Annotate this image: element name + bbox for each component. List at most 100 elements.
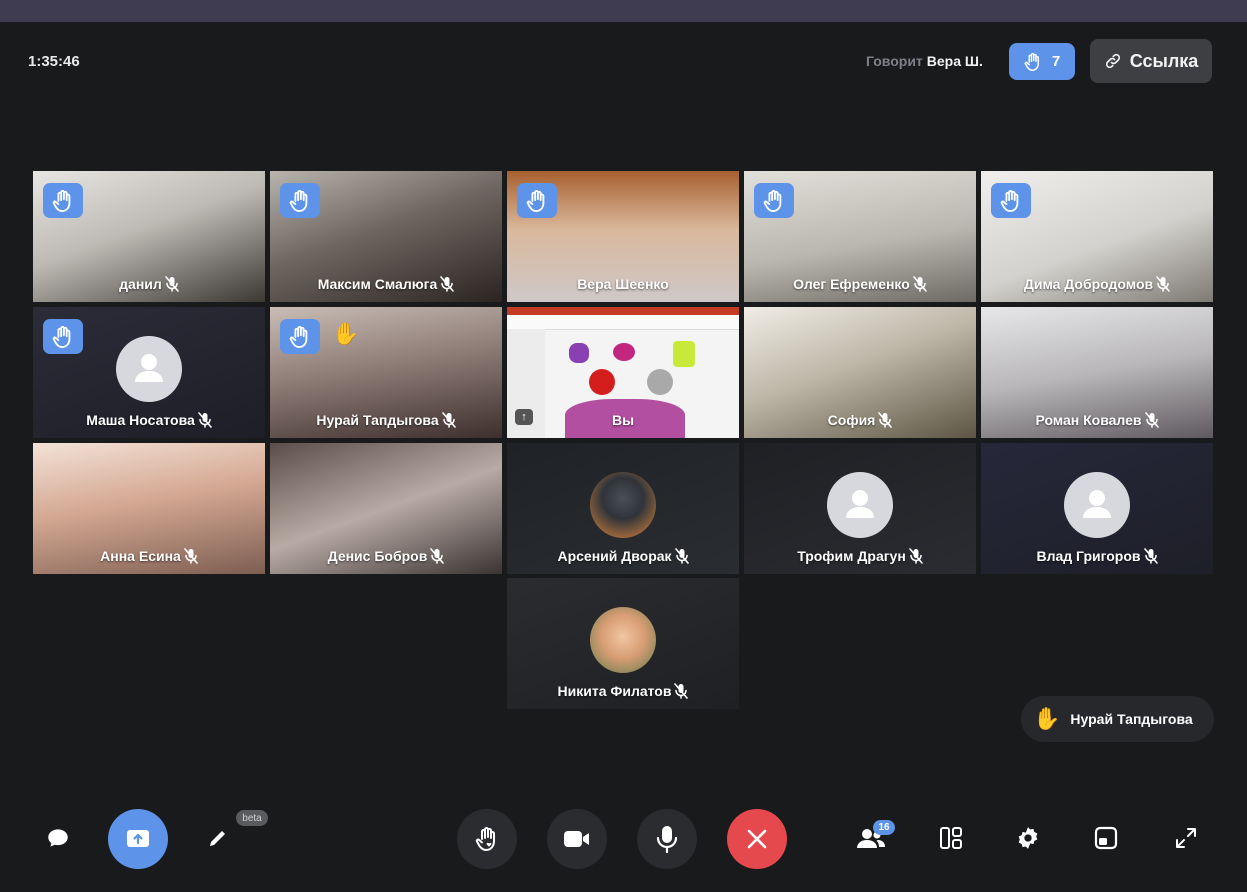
settings-icon xyxy=(1018,827,1038,849)
screen-share-icon xyxy=(127,830,149,847)
participants-count-badge: 16 xyxy=(873,820,895,835)
end-call-icon xyxy=(747,829,767,849)
picture-in-picture-icon xyxy=(1094,826,1118,850)
camera-icon xyxy=(564,831,589,847)
microphone-button[interactable] xyxy=(637,809,697,869)
participant-tile[interactable]: Дима Добродомов xyxy=(981,171,1213,302)
raised-hand-notification: ✋ Нурай Тапдыгова xyxy=(1021,696,1214,742)
participant-tile[interactable]: Никита Филатов xyxy=(507,578,739,709)
participant-tile[interactable]: Денис Бобров xyxy=(270,443,502,574)
camera-button[interactable] xyxy=(547,809,607,869)
settings-button[interactable] xyxy=(1005,815,1051,861)
participant-tile[interactable]: Влад Григоров xyxy=(981,443,1213,574)
end-call-button[interactable] xyxy=(727,809,787,869)
call-timer: 1:35:46 xyxy=(28,53,80,70)
participant-name-row: София xyxy=(744,412,976,428)
participant-name: Дима Добродомов xyxy=(1023,276,1154,292)
window-top-bar xyxy=(0,0,1247,22)
mic-muted-indicator xyxy=(165,276,179,292)
copy-link-button[interactable]: Ссылка xyxy=(1090,39,1212,83)
participant-name: Арсений Дворак xyxy=(557,548,672,564)
participant-name: Никита Филатов xyxy=(557,683,672,699)
mic-muted-icon xyxy=(674,683,689,699)
raised-hand-badge xyxy=(280,319,320,354)
raised-hand-icon xyxy=(52,325,71,348)
participant-name-row: Нурай Тапдыгова xyxy=(270,412,502,428)
participant-name-row: Маша Носатова xyxy=(33,412,265,428)
raised-hand-icon xyxy=(289,189,308,212)
picture-in-picture-button[interactable] xyxy=(1083,815,1129,861)
participant-tile[interactable]: Олег Ефременко xyxy=(744,171,976,302)
raised-hand-icon xyxy=(1024,52,1039,71)
participant-tile[interactable]: Анна Есина xyxy=(33,443,265,574)
participant-tile[interactable]: данил xyxy=(33,171,265,302)
pencil-icon xyxy=(210,831,225,846)
participant-tile[interactable]: София xyxy=(744,307,976,438)
participant-name: Максим Смалюга xyxy=(317,276,438,292)
mic-muted-indicator xyxy=(198,412,212,428)
raised-hand-icon xyxy=(289,325,308,348)
raised-hand-badge xyxy=(754,183,794,218)
avatar xyxy=(590,472,656,538)
speaking-name: Вера Ш. xyxy=(926,53,983,69)
participant-name: Нурай Тапдыгова xyxy=(316,412,439,428)
raised-hand-badge xyxy=(43,183,83,218)
participant-tile[interactable]: Арсений Дворак xyxy=(507,443,739,574)
mic-muted-icon xyxy=(1144,412,1159,428)
participant-name: Маша Носатова xyxy=(86,412,195,428)
participant-name: данил xyxy=(119,276,162,292)
participant-tile[interactable]: Маша Носатова xyxy=(33,307,265,438)
avatar xyxy=(590,607,656,673)
chat-icon xyxy=(48,829,68,847)
participant-tile[interactable]: Максим Смалюга xyxy=(270,171,502,302)
mic-muted-indicator xyxy=(674,683,689,699)
participant-name: Олег Ефременко xyxy=(793,276,910,292)
raised-hands-button[interactable]: 7 xyxy=(1009,43,1075,80)
whiteboard-button[interactable] xyxy=(195,815,241,861)
mic-muted-indicator xyxy=(1156,276,1170,292)
speaking-label: Говорит xyxy=(866,53,923,69)
participant-tile[interactable]: Вера Шеенко xyxy=(507,171,739,302)
raise-hand-icon xyxy=(475,827,495,851)
participant-name: Роман Ковалев xyxy=(1035,412,1142,428)
participant-name: Трофим Драгун xyxy=(797,548,906,564)
mic-muted-indicator xyxy=(878,412,893,428)
participant-name-row: Влад Григоров xyxy=(981,548,1213,564)
raised-hands-count: 7 xyxy=(1051,53,1061,70)
mic-muted-icon xyxy=(913,276,927,292)
participant-name-row: Олег Ефременко xyxy=(744,276,976,292)
participant-name: София xyxy=(827,412,876,428)
layout-button[interactable] xyxy=(928,815,974,861)
mic-muted-icon xyxy=(430,548,445,564)
mic-muted-icon xyxy=(184,548,198,564)
mic-muted-icon xyxy=(441,412,456,428)
participant-name-row: Дима Добродомов xyxy=(981,276,1213,292)
raise-hand-button[interactable] xyxy=(457,809,517,869)
raised-hand-icon xyxy=(526,189,545,212)
participant-name-row: данил xyxy=(33,276,265,292)
mic-muted-indicator xyxy=(441,412,456,428)
mic-muted-icon xyxy=(198,412,212,428)
participant-name-row: Денис Бобров xyxy=(270,548,502,564)
mic-muted-indicator xyxy=(440,276,455,292)
notification-name: Нурай Тапдыгова xyxy=(1070,711,1193,727)
chat-button[interactable] xyxy=(35,815,81,861)
participant-tile[interactable]: Роман Ковалев xyxy=(981,307,1213,438)
fullscreen-icon xyxy=(1176,828,1196,848)
participant-tile[interactable]: Трофим Драгун xyxy=(744,443,976,574)
participant-name-row: Максим Смалюга xyxy=(270,276,502,292)
participant-tile[interactable]: ✋ Нурай Тапдыгова xyxy=(270,307,502,438)
fullscreen-button[interactable] xyxy=(1163,815,1209,861)
active-speaker-indicator: Говорит Вера Ш. xyxy=(866,53,983,69)
participant-name-row: Никита Филатов xyxy=(507,683,739,699)
screen-share-button[interactable] xyxy=(108,809,168,869)
mic-muted-indicator xyxy=(184,548,198,564)
microphone-icon xyxy=(656,826,678,853)
participant-name: Анна Есина xyxy=(100,548,181,564)
participant-tile[interactable]: ↑ Вы xyxy=(507,307,739,438)
participant-name: Денис Бобров xyxy=(327,548,428,564)
mic-muted-icon xyxy=(674,548,689,564)
mic-muted-icon xyxy=(908,548,923,564)
default-avatar-icon xyxy=(1064,472,1130,538)
raised-hand-badge xyxy=(991,183,1031,218)
